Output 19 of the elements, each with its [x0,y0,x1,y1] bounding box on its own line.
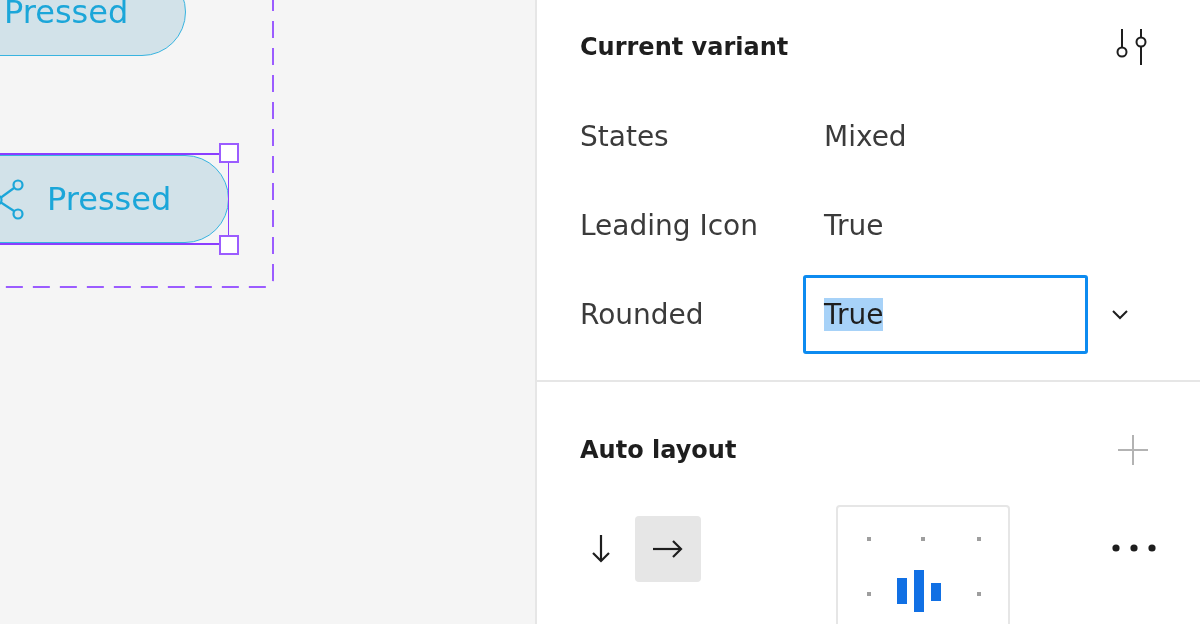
chevron-down-icon[interactable] [1111,309,1129,320]
dropdown-field[interactable]: True [803,275,1088,354]
section-title: Auto layout [580,436,737,464]
direction-button[interactable] [635,516,701,582]
property-value: Mixed [823,120,907,153]
arrow-right-icon [653,538,683,560]
section-title: Current variant [580,33,789,61]
dot-grid-icon [867,537,981,596]
share-icon [0,178,24,220]
resize-handle[interactable] [219,143,240,163]
property-label: Rounded [580,298,705,331]
arrow-down-icon [590,535,612,563]
property-label: States [580,120,670,153]
pill-button[interactable]: Pressed [0,155,230,243]
property-value: True [823,209,884,242]
more-icon[interactable] [1112,544,1156,552]
resize-handle[interactable] [219,235,240,255]
bars-icon [897,570,941,612]
property-label: Leading Icon [580,209,759,242]
